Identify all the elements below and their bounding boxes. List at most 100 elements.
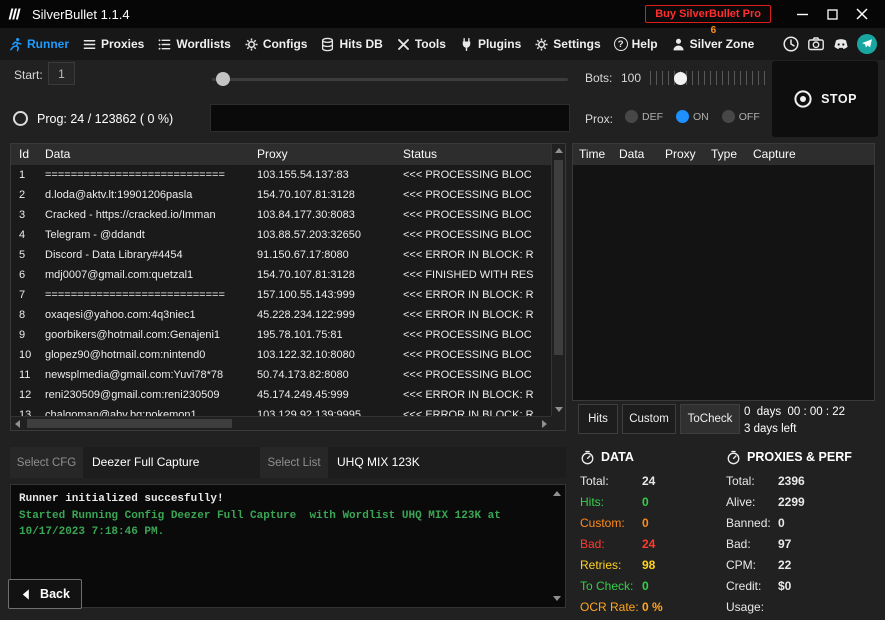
cell-data: Cracked - https://cracked.io/Imman xyxy=(41,205,253,225)
proxy-stat-row: Banned: 0 xyxy=(726,512,878,533)
tab-wordlists[interactable]: Wordlists xyxy=(157,37,230,52)
table-row[interactable]: 6 mdj0007@gmail.com:quetzal1 154.70.107.… xyxy=(11,265,551,285)
log-scroll-down-icon[interactable] xyxy=(553,596,561,601)
scrollbar-corner xyxy=(551,416,565,430)
cell-status: <<< PROCESSING BLOC xyxy=(399,325,551,345)
tab-proxies[interactable]: Proxies xyxy=(82,37,144,52)
tab-hits[interactable]: Hits xyxy=(578,404,618,434)
tab-help[interactable]: Help xyxy=(614,37,658,51)
cell-proxy: 103.122.32.10:8080 xyxy=(253,345,399,365)
header-proxy[interactable]: Proxy xyxy=(253,144,399,165)
history-clock-icon[interactable] xyxy=(782,35,800,53)
header-id[interactable]: Id xyxy=(11,144,41,165)
cell-status: <<< ERROR IN BLOCK: R xyxy=(399,245,551,265)
cell-id: 9 xyxy=(11,325,41,345)
tab-custom[interactable]: Custom xyxy=(622,404,676,434)
table-row[interactable]: 10 glopez90@hotmail.com:nintend0 103.122… xyxy=(11,345,551,365)
cell-proxy: 103.129.92.139:9995 xyxy=(253,405,399,416)
data-stats-panel: DATA Total: 24 Hits: 0 Custom: 0 Bad: 24… xyxy=(580,447,722,617)
stat-value: 2299 xyxy=(778,495,805,509)
table-row[interactable]: 7 ============================ 157.100.5… xyxy=(11,285,551,305)
table-body: 1 ============================ 103.155.5… xyxy=(11,165,551,416)
data-stat-row: Bad: 24 xyxy=(580,533,722,554)
cell-data: newsplmedia@gmail.com:Yuvi78*78 xyxy=(41,365,253,385)
tab-tools[interactable]: Tools xyxy=(396,37,446,52)
stop-button[interactable]: STOP xyxy=(772,61,878,137)
close-button[interactable] xyxy=(847,0,877,28)
bots-slider[interactable] xyxy=(650,67,768,89)
stat-label: Hits: xyxy=(580,495,642,509)
horizontal-scrollbar[interactable] xyxy=(11,416,551,430)
tab-settings[interactable]: Settings xyxy=(534,37,600,52)
tab-plugins[interactable]: Plugins xyxy=(459,37,521,52)
log-line-text: Runner initialized succesfully! xyxy=(19,493,224,505)
stat-label: Usage: xyxy=(726,600,778,614)
prox-option-def[interactable]: DEF xyxy=(625,110,663,123)
log-panel[interactable]: Runner initialized succesfully! Started R… xyxy=(10,484,566,608)
proxy-stat-row: Bad: 97 xyxy=(726,533,878,554)
log-line: Started Running Config Deezer Full Captu… xyxy=(19,508,549,541)
header-time[interactable]: Time xyxy=(573,144,619,165)
vertical-scroll-thumb[interactable] xyxy=(554,160,563,355)
tab-hits-db[interactable]: Hits DB xyxy=(320,37,382,52)
tab-tocheck[interactable]: ToCheck xyxy=(680,404,740,434)
stat-label: OCR Rate: xyxy=(580,600,642,614)
header-type[interactable]: Type xyxy=(711,144,753,165)
scroll-left-arrow-icon[interactable] xyxy=(15,420,20,428)
vertical-scrollbar[interactable] xyxy=(551,144,565,416)
maximize-button[interactable] xyxy=(817,0,847,28)
tab-silver-zone[interactable]: 6 Silver Zone xyxy=(671,37,755,52)
scroll-down-arrow-icon[interactable] xyxy=(555,407,563,412)
proxy-stat-row: Total: 2396 xyxy=(726,470,878,491)
license-days-left: 3 days left xyxy=(744,423,796,435)
start-input[interactable] xyxy=(48,62,75,85)
buy-pro-button[interactable]: Buy SilverBullet Pro xyxy=(645,5,771,23)
header-capture[interactable]: Capture xyxy=(753,144,874,165)
table-row[interactable]: 9 goorbikers@hotmail.com:Genajeni1 195.7… xyxy=(11,325,551,345)
screenshot-camera-icon[interactable] xyxy=(807,35,825,53)
minimize-button[interactable] xyxy=(787,0,817,28)
cell-data: chalgoman@abv.bg:pokemon1 xyxy=(41,405,253,416)
tab-runner[interactable]: Runner xyxy=(8,37,69,52)
log-scroll-up-icon[interactable] xyxy=(553,491,561,496)
cell-proxy: 103.88.57.203:32650 xyxy=(253,225,399,245)
cell-proxy: 154.70.107.81:3128 xyxy=(253,185,399,205)
tab-configs[interactable]: Configs xyxy=(244,37,308,52)
database-icon xyxy=(320,37,335,52)
start-slider[interactable] xyxy=(212,70,568,88)
hits-table: Time Data Proxy Type Capture xyxy=(572,143,875,401)
cell-proxy: 45.228.234.122:999 xyxy=(253,305,399,325)
table-row[interactable]: 2 d.loda@aktv.lt:19901206pasla 154.70.10… xyxy=(11,185,551,205)
select-list-button[interactable]: Select List xyxy=(260,447,328,478)
table-row[interactable]: 13 chalgoman@abv.bg:pokemon1 103.129.92.… xyxy=(11,405,551,416)
table-row[interactable]: 4 Telegram - @ddandt 103.88.57.203:32650… xyxy=(11,225,551,245)
select-cfg-button[interactable]: Select CFG xyxy=(10,447,83,478)
table-row[interactable]: 1 ============================ 103.155.5… xyxy=(11,165,551,185)
progress-bar xyxy=(210,104,570,132)
discord-icon[interactable] xyxy=(832,35,850,53)
prox-option-on[interactable]: ON xyxy=(676,110,709,123)
stat-value: 97 xyxy=(778,537,791,551)
scroll-up-arrow-icon[interactable] xyxy=(555,148,563,153)
table-row[interactable]: 11 newsplmedia@gmail.com:Yuvi78*78 50.74… xyxy=(11,365,551,385)
prox-option-off[interactable]: OFF xyxy=(722,110,760,123)
cell-proxy: 91.150.67.17:8080 xyxy=(253,245,399,265)
header-hit-data[interactable]: Data xyxy=(619,144,665,165)
table-row[interactable]: 3 Cracked - https://cracked.io/Imman 103… xyxy=(11,205,551,225)
header-hit-proxy[interactable]: Proxy xyxy=(665,144,711,165)
horizontal-scroll-thumb[interactable] xyxy=(27,419,232,428)
config-name: Deezer Full Capture xyxy=(83,447,260,478)
stat-label: Banned: xyxy=(726,516,778,530)
bots-slider-thumb[interactable] xyxy=(674,72,687,85)
cell-status: <<< PROCESSING BLOC xyxy=(399,225,551,245)
start-slider-thumb[interactable] xyxy=(216,72,230,86)
elapsed-timer: 0 days 00 : 00 : 22 xyxy=(744,406,845,418)
telegram-button[interactable] xyxy=(857,34,877,54)
header-data[interactable]: Data xyxy=(41,144,253,165)
table-row[interactable]: 8 oxaqesi@yahoo.com:4q3niec1 45.228.234.… xyxy=(11,305,551,325)
table-row[interactable]: 12 reni230509@gmail.com:reni230509 45.17… xyxy=(11,385,551,405)
scroll-right-arrow-icon[interactable] xyxy=(542,420,547,428)
back-button[interactable]: Back xyxy=(8,579,82,609)
header-status[interactable]: Status xyxy=(399,144,565,165)
table-row[interactable]: 5 Discord - Data Library#4454 91.150.67.… xyxy=(11,245,551,265)
